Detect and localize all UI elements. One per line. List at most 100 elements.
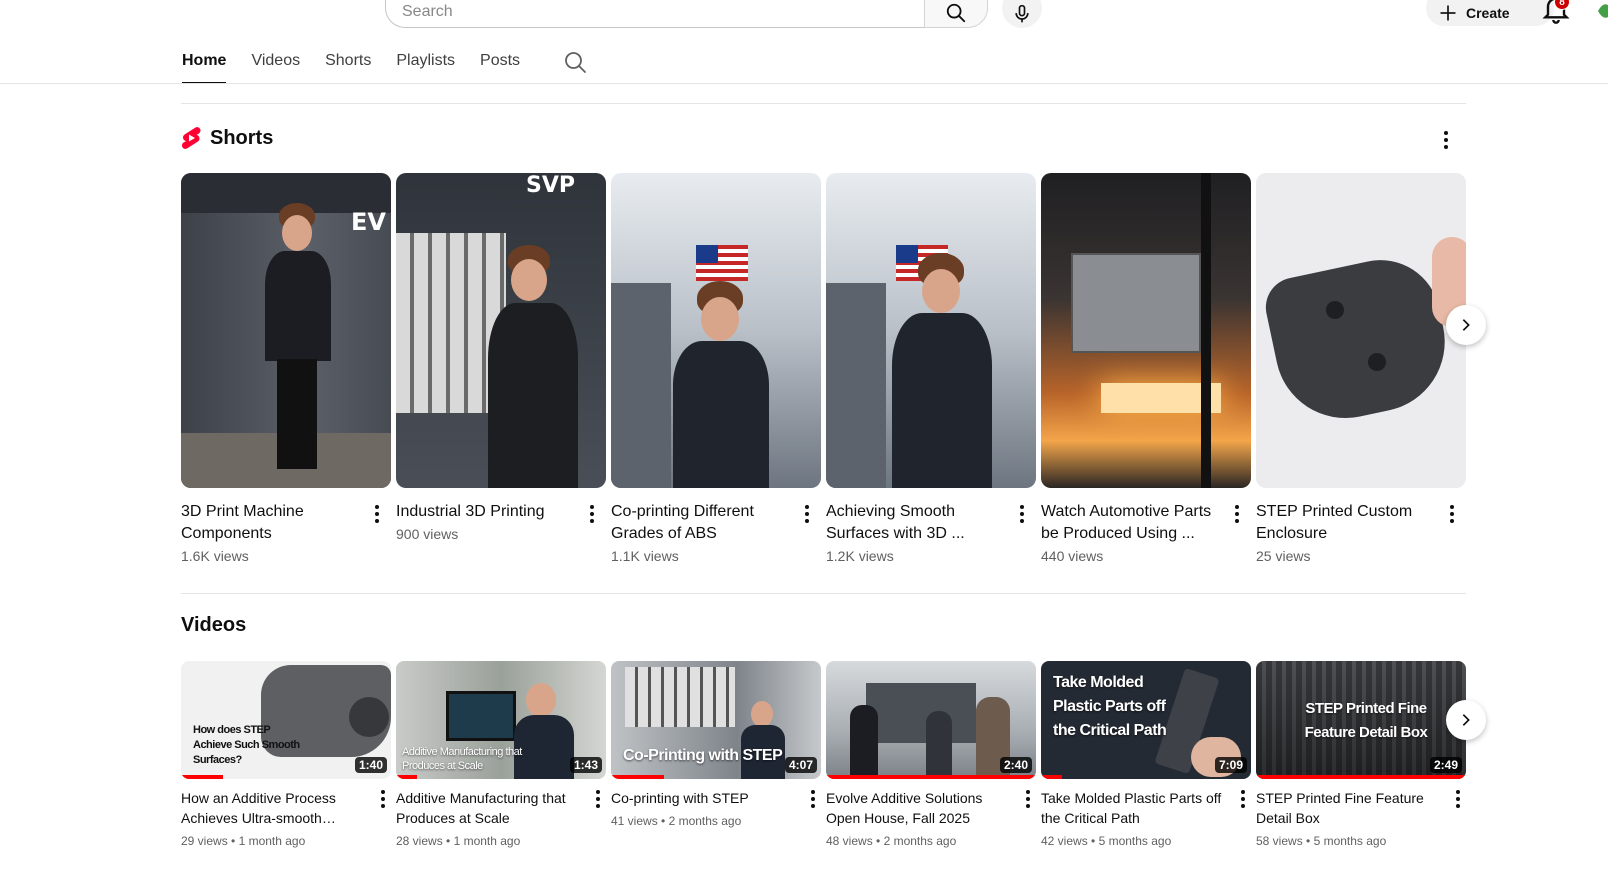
video-thumbnail-caption: Take Molded Plastic Parts off the Critic…: [1053, 674, 1167, 739]
short-title[interactable]: STEP Printed Custom Enclosure: [1256, 501, 1436, 545]
more-vert-icon: [1020, 505, 1024, 523]
short-title[interactable]: Watch Automotive Parts be Produced Using…: [1041, 501, 1221, 545]
video-views: 58 views: [1256, 834, 1303, 848]
video-duration: 4:07: [784, 757, 817, 773]
short-menu-button[interactable]: [580, 502, 604, 526]
short-views: 1.6K views: [181, 548, 249, 564]
videos-shelf: How does STEP Achieve Such Smooth Surfac…: [181, 661, 1466, 880]
more-vert-icon: [805, 505, 809, 523]
video-title[interactable]: Additive Manufacturing that Produces at …: [396, 788, 582, 828]
more-vert-icon: [381, 790, 385, 808]
short-menu-button[interactable]: [1225, 502, 1249, 526]
channel-search-icon[interactable]: [563, 50, 587, 74]
short-title[interactable]: 3D Print Machine Components: [181, 501, 361, 545]
tab-posts[interactable]: Posts: [480, 46, 520, 84]
video-metadata: 58 views • 5 months ago: [1256, 834, 1387, 848]
search-button[interactable]: [924, 0, 988, 28]
video-thumbnail[interactable]: STEP Printed Fine Feature Detail Box 2:4…: [1256, 661, 1466, 779]
short-thumbnail[interactable]: [826, 173, 1036, 488]
short-title[interactable]: Industrial 3D Printing: [396, 501, 576, 523]
tab-shorts[interactable]: Shorts: [325, 46, 371, 84]
avatar-edge-icon[interactable]: [1598, 2, 1608, 20]
video-age: 1 month ago: [453, 834, 521, 848]
video-menu-button[interactable]: [371, 787, 395, 811]
short-thumbnail[interactable]: EV: [181, 173, 391, 488]
section-divider: [181, 593, 1466, 594]
more-vert-icon: [590, 505, 594, 523]
video-thumbnail[interactable]: Co-Printing with STEP 4:07: [611, 661, 821, 779]
video-menu-button[interactable]: [1016, 787, 1040, 811]
video-thumbnail[interactable]: 2:40: [826, 661, 1036, 779]
video-thumbnail[interactable]: How does STEP Achieve Such Smooth Surfac…: [181, 661, 391, 779]
short-views: 440 views: [1041, 548, 1104, 564]
plus-icon: [1440, 5, 1456, 21]
short-thumbnail[interactable]: [1256, 173, 1466, 488]
video-title[interactable]: How an Additive Process Achieves Ultra-s…: [181, 788, 367, 828]
video-thumbnail-caption: How does STEP Achieve Such Smooth Surfac…: [193, 724, 300, 766]
video-age: 2 months ago: [883, 834, 957, 848]
voice-search-button[interactable]: [1002, 0, 1042, 28]
search-icon: [946, 3, 966, 23]
video-age: 1 month ago: [238, 834, 306, 848]
video-menu-button[interactable]: [586, 787, 610, 811]
short-menu-button[interactable]: [1440, 502, 1464, 526]
more-vert-icon: [1241, 790, 1245, 808]
more-vert-icon: [811, 790, 815, 808]
video-views: 29 views: [181, 834, 228, 848]
video-card[interactable]: How does STEP Achieve Such Smooth Surfac…: [181, 661, 391, 848]
video-card[interactable]: Additive Manufacturing that Produces at …: [396, 661, 606, 848]
search-bar[interactable]: [385, 0, 925, 28]
video-menu-button[interactable]: [801, 787, 825, 811]
video-metadata: 41 views • 2 months ago: [611, 814, 742, 828]
videos-shelf-title[interactable]: Videos: [181, 614, 246, 637]
video-menu-button[interactable]: [1231, 787, 1255, 811]
search-input[interactable]: [402, 1, 882, 23]
video-thumbnail-caption: Additive Manufacturing that Produces at …: [402, 746, 522, 772]
video-menu-button[interactable]: [1446, 787, 1470, 811]
short-thumbnail[interactable]: [1041, 173, 1251, 488]
video-card[interactable]: 2:40 Evolve Additive Solutions Open Hous…: [826, 661, 1036, 848]
shorts-shelf: EV 3D Print Machine Components 1.6K view…: [181, 173, 1466, 573]
short-views: 25 views: [1256, 548, 1311, 564]
video-age: 5 months ago: [1098, 834, 1172, 848]
more-vert-icon: [1444, 131, 1448, 149]
short-card[interactable]: Watch Automotive Parts be Produced Using…: [1041, 173, 1251, 564]
short-thumbnail[interactable]: SVP: [396, 173, 606, 488]
video-title[interactable]: STEP Printed Fine Feature Detail Box: [1256, 788, 1442, 828]
video-card[interactable]: Take Molded Plastic Parts off the Critic…: [1041, 661, 1251, 848]
video-title[interactable]: Co-printing with STEP: [611, 788, 797, 808]
video-views: 28 views: [396, 834, 443, 848]
video-thumbnail-caption: Co-Printing with STEP: [623, 747, 783, 764]
short-card[interactable]: STEP Printed Custom Enclosure 25 views: [1256, 173, 1466, 564]
create-button[interactable]: Create: [1426, 0, 1554, 26]
short-thumbnail[interactable]: [611, 173, 821, 488]
short-card[interactable]: Co-printing Different Grades of ABS 1.1K…: [611, 173, 821, 564]
video-views: 48 views: [826, 834, 873, 848]
short-card[interactable]: EV 3D Print Machine Components 1.6K view…: [181, 173, 391, 564]
video-thumbnail[interactable]: Additive Manufacturing that Produces at …: [396, 661, 606, 779]
video-title[interactable]: Evolve Additive Solutions Open House, Fa…: [826, 788, 1012, 828]
video-duration: 7:09: [1214, 757, 1247, 773]
shorts-next-button[interactable]: [1446, 305, 1486, 345]
tab-home[interactable]: Home: [182, 46, 227, 84]
short-menu-button[interactable]: [795, 502, 819, 526]
shorts-shelf-header: Shorts: [181, 126, 273, 150]
video-title[interactable]: Take Molded Plastic Parts off the Critic…: [1041, 788, 1227, 828]
short-views: 1.2K views: [826, 548, 894, 564]
video-card[interactable]: Co-Printing with STEP 4:07 Co-printing w…: [611, 661, 821, 828]
videos-next-button[interactable]: [1446, 700, 1486, 740]
short-menu-button[interactable]: [365, 502, 389, 526]
tab-playlists[interactable]: Playlists: [396, 46, 455, 84]
video-thumbnail[interactable]: Take Molded Plastic Parts off the Critic…: [1041, 661, 1251, 779]
short-menu-button[interactable]: [1010, 502, 1034, 526]
tab-videos[interactable]: Videos: [251, 46, 300, 84]
shorts-shelf-menu-button[interactable]: [1434, 128, 1458, 152]
short-title[interactable]: Achieving Smooth Surfaces with 3D ...: [826, 501, 1006, 545]
video-duration: 1:40: [354, 757, 387, 773]
video-card[interactable]: STEP Printed Fine Feature Detail Box 2:4…: [1256, 661, 1466, 848]
short-card[interactable]: SVP Industrial 3D Printing 900 views: [396, 173, 606, 542]
section-divider: [181, 103, 1466, 104]
short-card[interactable]: Achieving Smooth Surfaces with 3D ... 1.…: [826, 173, 1036, 564]
more-vert-icon: [1450, 505, 1454, 523]
short-title[interactable]: Co-printing Different Grades of ABS: [611, 501, 791, 545]
